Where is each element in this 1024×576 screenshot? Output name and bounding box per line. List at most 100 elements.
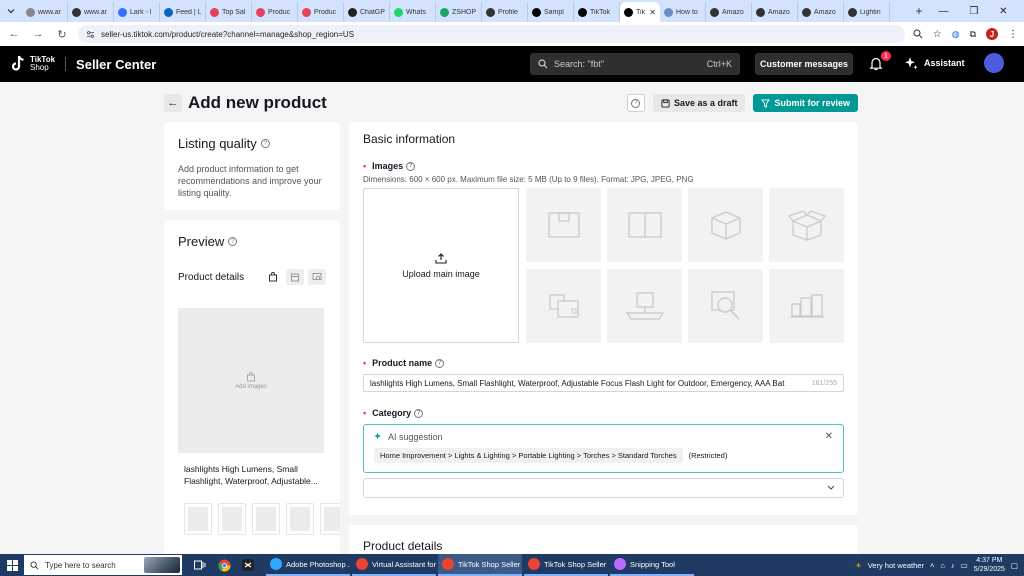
browser-tab[interactable]: ChatGP — [344, 2, 390, 22]
tab-title: Produc — [314, 8, 337, 16]
help-icon[interactable]: ? — [435, 358, 445, 368]
browser-tab[interactable]: Whats — [390, 2, 436, 22]
weather-text[interactable]: Very hot weather — [868, 561, 924, 570]
browser-tab[interactable]: Amazo — [752, 2, 798, 22]
customer-messages-button[interactable]: Customer messages — [755, 53, 853, 75]
browser-tab[interactable]: Produc — [252, 2, 298, 22]
address-bar[interactable]: seller-us.tiktok.com/product/create?chan… — [78, 25, 905, 43]
image-slot-box-open[interactable] — [769, 188, 844, 262]
chevron-down-icon — [827, 485, 835, 490]
submit-for-review-button[interactable]: Submit for review — [753, 94, 858, 112]
reload-icon[interactable]: ↻ — [54, 26, 70, 42]
search-shortcut: Ctrl+K — [706, 59, 732, 69]
restore-icon[interactable]: ❐ — [969, 6, 978, 17]
browser-tab[interactable]: Profile — [482, 2, 528, 22]
start-button[interactable] — [0, 554, 24, 576]
tab-favicon-icon — [348, 7, 357, 17]
back-button[interactable]: ← — [164, 94, 182, 112]
minimize-icon[interactable]: — — [938, 6, 948, 17]
help-icon[interactable]: ? — [406, 161, 416, 171]
network-icon[interactable]: ⌂ — [940, 561, 945, 570]
browser-tab[interactable]: Lark - l — [114, 2, 160, 22]
image-slot-box-side[interactable] — [607, 188, 682, 262]
save-draft-button[interactable]: Save as a draft — [652, 94, 746, 112]
shopping-bag-icon[interactable] — [264, 269, 282, 285]
tab-favicon-icon — [394, 7, 403, 17]
tab-search-button[interactable] — [0, 0, 22, 22]
tab-favicon-icon — [486, 7, 495, 17]
bookmark-star-icon[interactable]: ☆ — [933, 29, 942, 40]
taskbar-app[interactable]: Virtual Assistant for... — [352, 554, 436, 576]
weather-icon[interactable]: ☀ — [855, 561, 862, 570]
volume-icon[interactable]: ♪ — [951, 561, 955, 570]
taskbar-search-input[interactable]: Type here to search — [24, 555, 182, 575]
browser-tab[interactable]: ZSHOP — [436, 2, 482, 22]
browser-tab[interactable]: Lightin — [844, 2, 890, 22]
forward-arrow-icon[interactable]: → — [30, 26, 46, 42]
profile-avatar[interactable]: J — [986, 28, 998, 40]
image-slot-box-closed[interactable] — [526, 188, 601, 262]
preview-title: Preview — [178, 234, 225, 249]
help-button[interactable]: ? — [626, 94, 645, 112]
browser-tab[interactable]: www.ar — [68, 2, 114, 22]
browser-tab[interactable]: Amazo — [798, 2, 844, 22]
notifications-icon[interactable]: ▢ — [1011, 561, 1018, 570]
battery-icon[interactable]: ▭ — [961, 561, 968, 570]
page-title: Add new product — [188, 93, 327, 112]
chrome-icon[interactable] — [216, 557, 232, 573]
product-name-value: lashlights High Lumens, Small Flashlight… — [370, 378, 785, 388]
close-window-icon[interactable]: ✕ — [999, 6, 1007, 17]
page-header: ← Add new product ? Save as a draft Subm… — [164, 92, 858, 114]
browser-menu-icon[interactable]: ⋮ — [1008, 29, 1018, 40]
zoom-icon[interactable] — [913, 29, 923, 39]
back-arrow-icon[interactable]: ← — [6, 26, 22, 42]
browser-tab[interactable]: Produc — [298, 2, 344, 22]
help-icon[interactable]: ? — [260, 139, 270, 148]
tray-chevron-up-icon[interactable]: ˄ — [930, 561, 934, 570]
image-slot-box-3d[interactable] — [688, 188, 763, 262]
browser-tab[interactable]: Amazo — [706, 2, 752, 22]
browser-tab[interactable]: How to — [660, 2, 706, 22]
taskbar-app[interactable]: Snipping Tool — [610, 554, 694, 576]
taskbar-app-title: Virtual Assistant for... — [372, 559, 436, 569]
new-tab-button[interactable]: + — [910, 4, 928, 18]
taskbar-app[interactable]: TikTok Shop Seller ... — [524, 554, 608, 576]
browser-tab[interactable]: Tik ✕ — [620, 2, 660, 22]
global-search-input[interactable]: Search: "fbt" Ctrl+K — [530, 53, 740, 75]
taskbar-app[interactable]: Adobe Photoshop ... — [266, 554, 350, 576]
taskbar-app[interactable]: TikTok Shop Seller ... — [438, 554, 522, 576]
image-slot-lineup[interactable] — [769, 269, 844, 343]
tab-title: Profile — [498, 8, 518, 16]
close-tab-icon[interactable]: ✕ — [649, 8, 656, 17]
tab-favicon-icon — [802, 7, 811, 17]
storefront-icon[interactable] — [286, 269, 304, 285]
browser-tab[interactable]: Sampl — [528, 2, 574, 22]
extension-icon[interactable]: ◍ — [952, 29, 960, 40]
browser-tab[interactable]: TikTok — [574, 2, 620, 22]
browser-tab[interactable]: Top Sal — [206, 2, 252, 22]
clock[interactable]: 4:37 PM 5/29/2025 — [974, 556, 1005, 574]
tiktok-shop-logo[interactable]: TikTok Shop — [10, 55, 55, 73]
task-view-icon[interactable] — [192, 557, 208, 573]
image-slot-scale[interactable] — [607, 269, 682, 343]
capcut-icon[interactable] — [240, 557, 256, 573]
upload-main-image-button[interactable]: Upload main image — [363, 188, 519, 343]
product-name-input[interactable]: lashlights High Lumens, Small Flashlight… — [363, 374, 844, 392]
seller-avatar[interactable] — [984, 53, 1004, 73]
category-select[interactable] — [363, 478, 844, 498]
assistant-button[interactable]: Assistant — [904, 56, 965, 70]
ai-suggestion-label: AI suggestion — [388, 431, 443, 442]
suggested-category-path[interactable]: Home Improvement > Lights & Lighting > P… — [374, 448, 683, 463]
close-icon[interactable]: ✕ — [825, 431, 833, 442]
image-slot-size[interactable] — [526, 269, 601, 343]
required-marker: • — [363, 408, 367, 418]
browser-tab[interactable]: www.ar — [22, 2, 68, 22]
extensions-puzzle-icon[interactable]: ⧉ — [970, 29, 976, 40]
ai-suggestion-box: AI suggestion ✕ Home Improvement > Light… — [363, 424, 844, 473]
browser-tab[interactable]: Feed | L — [160, 2, 206, 22]
tab-favicon-icon — [440, 7, 449, 17]
image-slot-detail[interactable] — [688, 269, 763, 343]
help-icon[interactable]: ? — [414, 408, 424, 418]
search-preview-icon[interactable] — [308, 269, 326, 285]
help-icon[interactable]: ? — [228, 237, 238, 246]
